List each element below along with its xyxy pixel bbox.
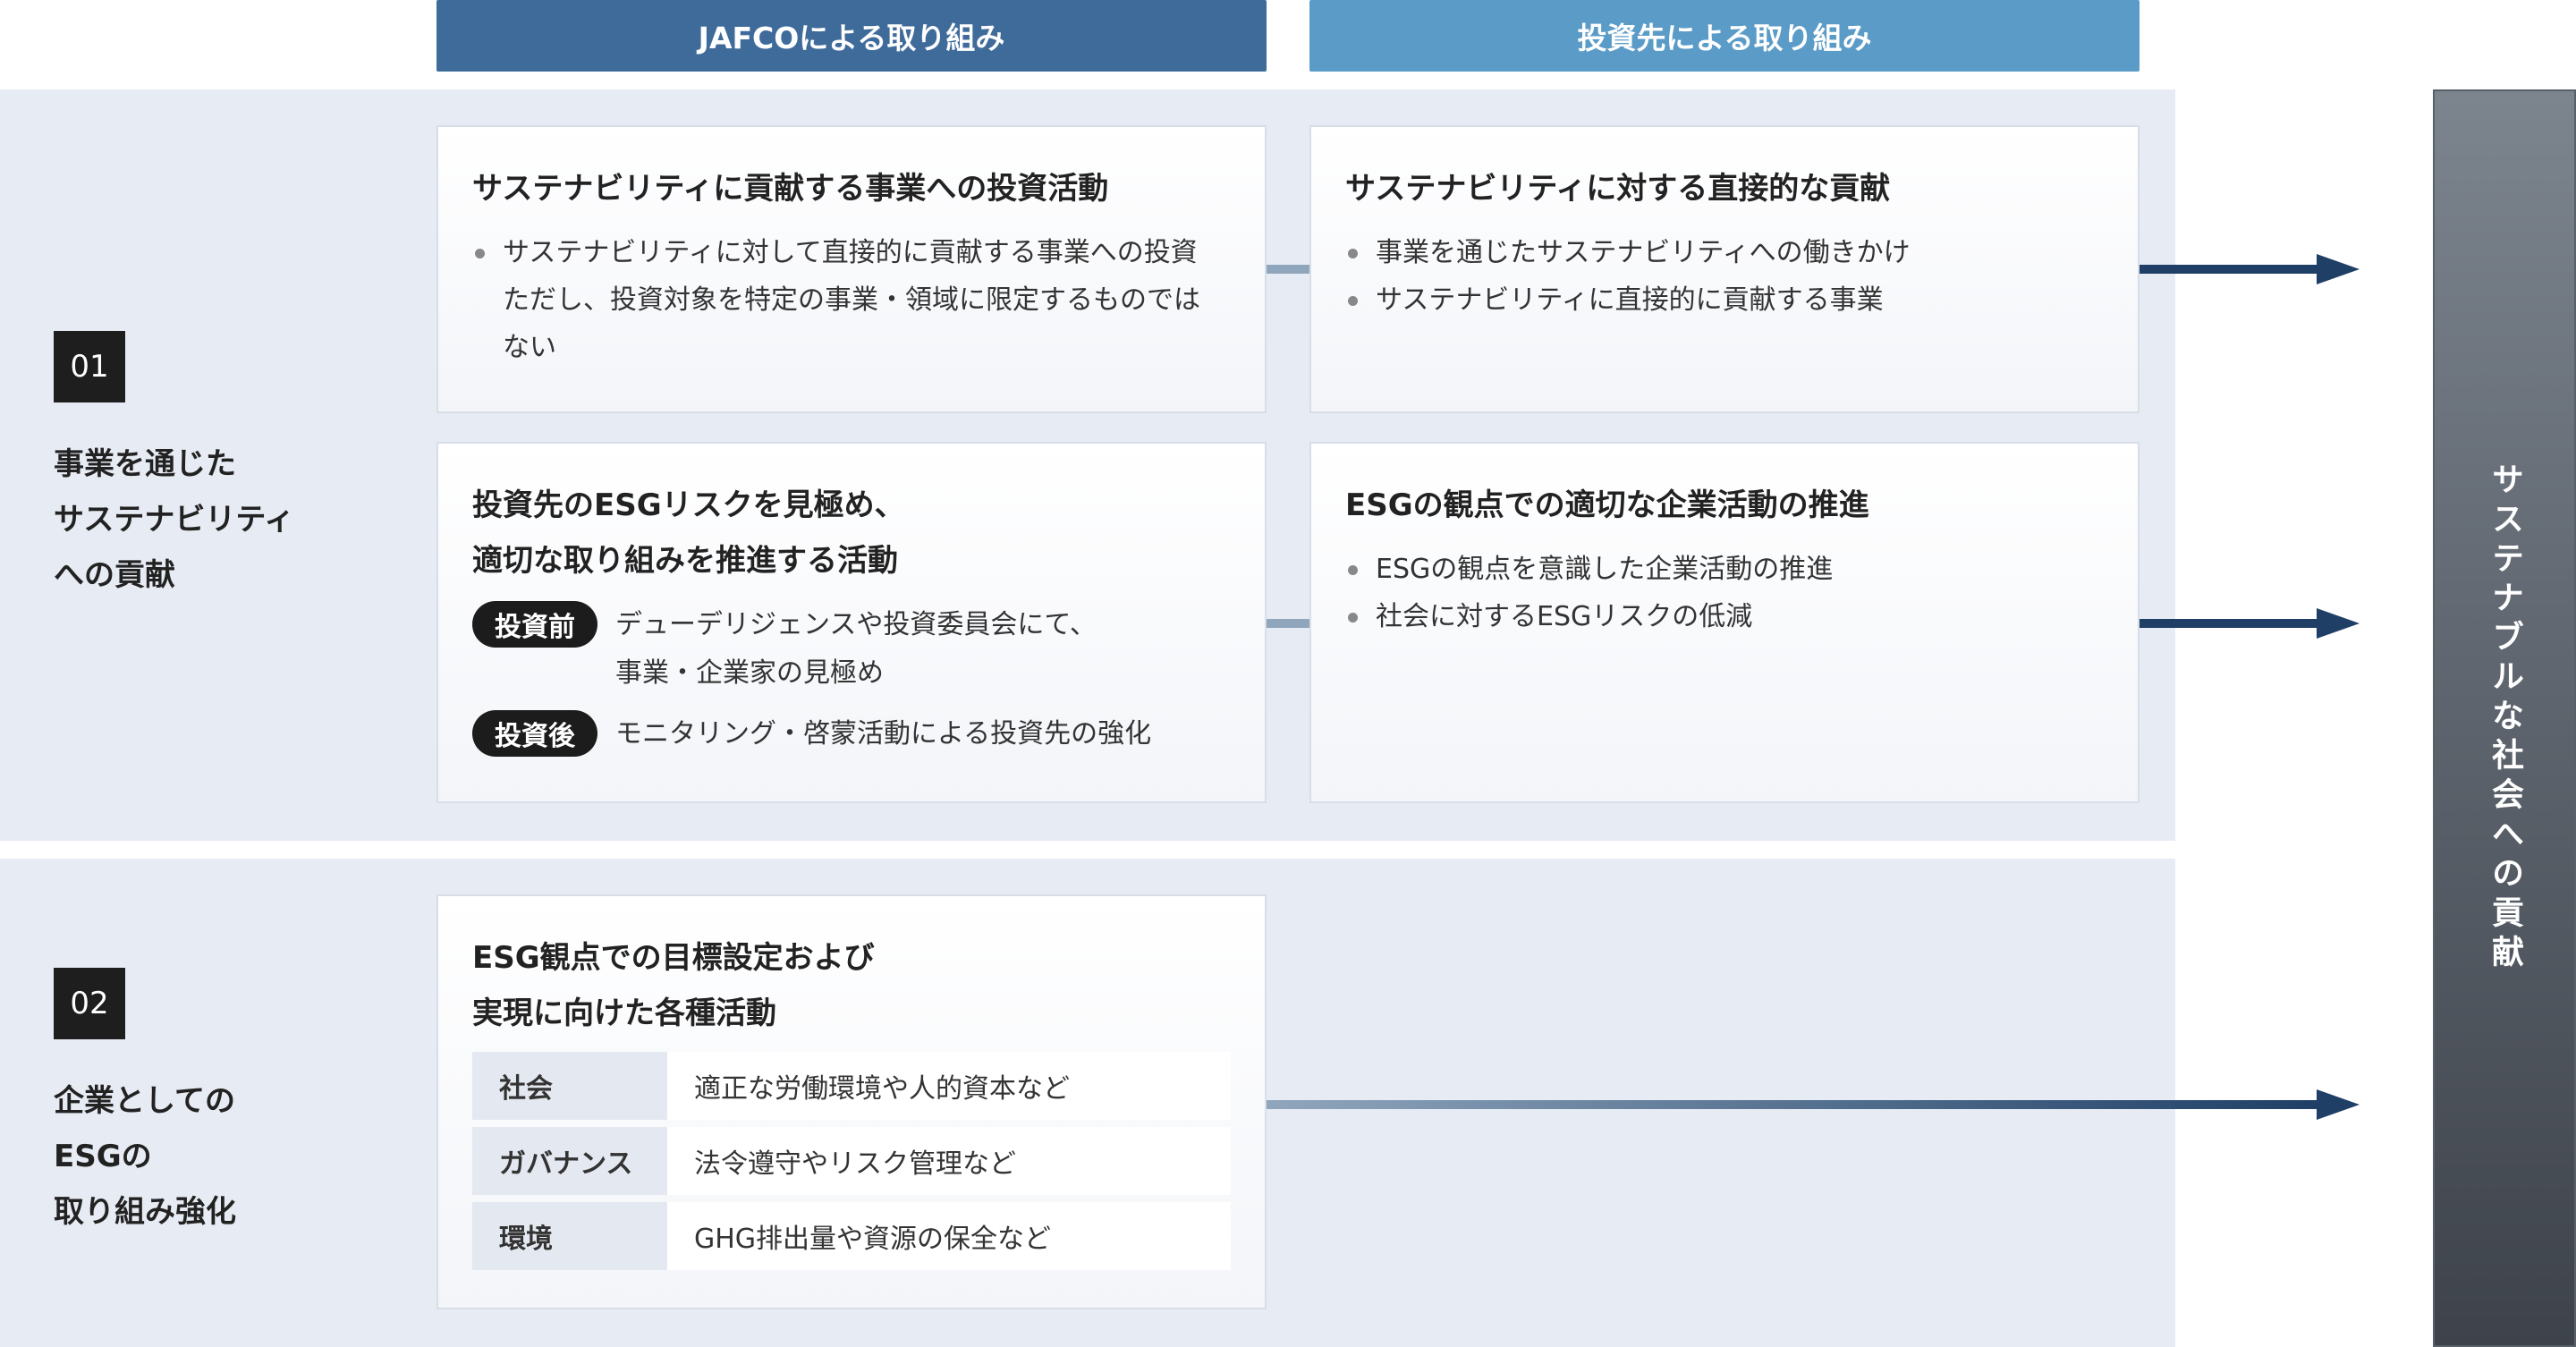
arrow-row1-top [2140,254,2360,284]
arrow-row2 [1267,1089,2360,1120]
arrows-layer [1267,254,2360,1120]
goal-text: サステナブルな社会への貢献 [2487,462,2523,974]
arrow-row1-bottom [2140,608,2360,639]
goal-box: サステナブルな社会への貢献 [2433,89,2576,1347]
